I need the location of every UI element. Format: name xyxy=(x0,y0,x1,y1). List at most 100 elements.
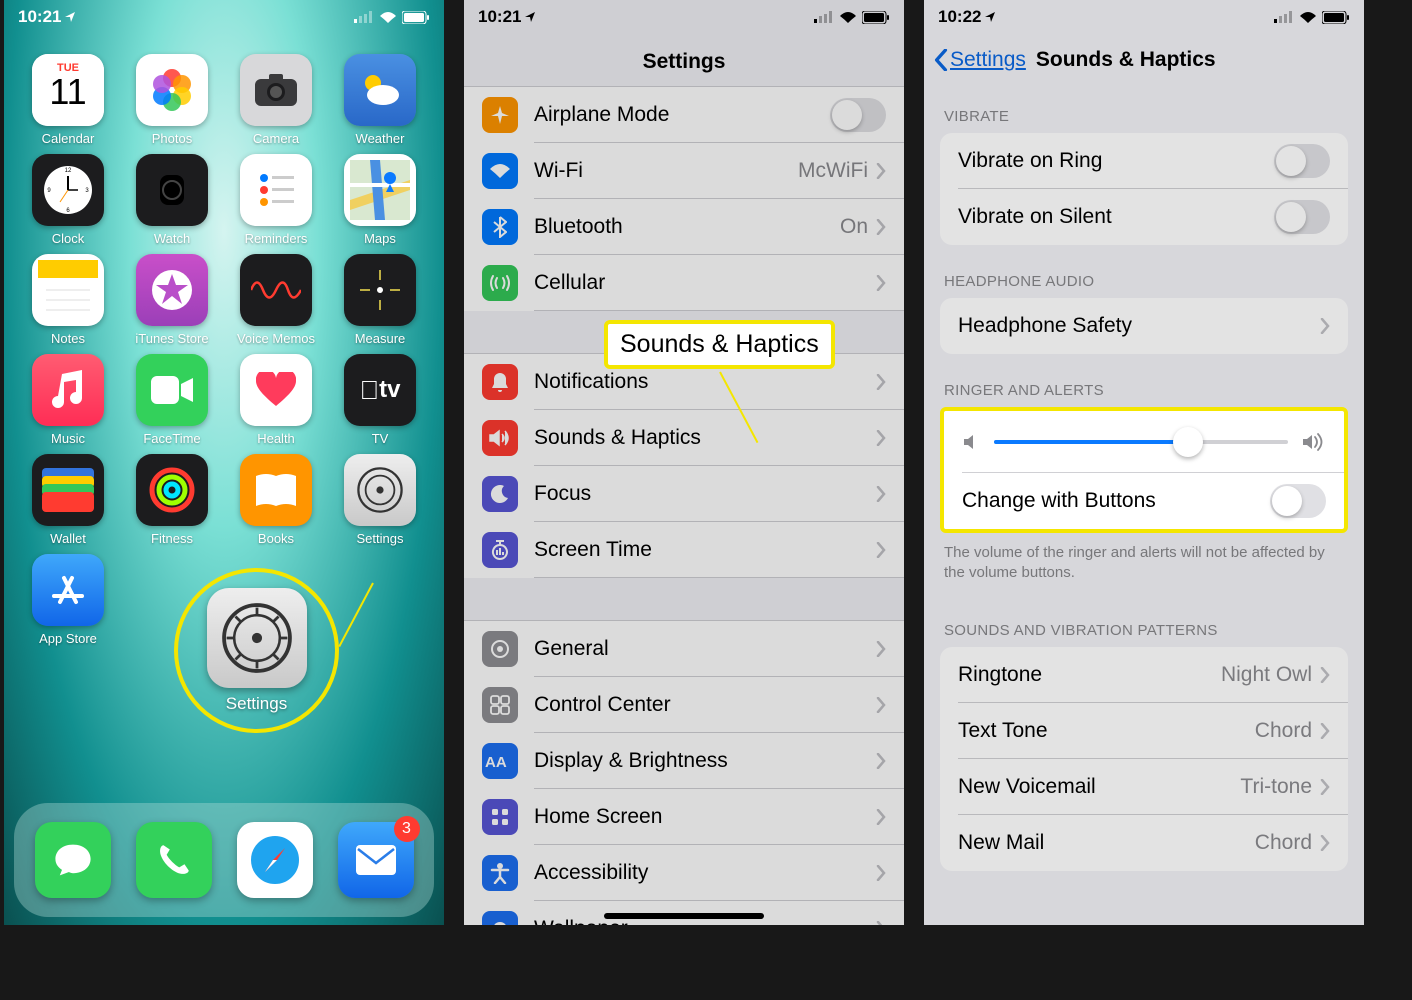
app-clock[interactable]: 12369Clock xyxy=(22,154,114,246)
volume-slider-row[interactable] xyxy=(944,411,1344,473)
dock-mail[interactable]: 3 xyxy=(338,822,414,898)
app-label: Books xyxy=(258,531,294,546)
row-icon xyxy=(482,364,518,400)
app-music[interactable]: Music xyxy=(22,354,114,446)
settings-list: Airplane Mode Wi-FiMcWiFiBluetoothOnCellu… xyxy=(464,86,904,925)
row-focus[interactable]: Focus xyxy=(464,466,904,522)
app-label: Photos xyxy=(152,131,192,146)
app-weather[interactable]: Weather xyxy=(334,54,426,146)
row-cellular[interactable]: Cellular xyxy=(464,255,904,311)
nav-bar: Settings Sounds & Haptics xyxy=(924,34,1364,80)
app-notes[interactable]: Notes xyxy=(22,254,114,346)
app-label: Wallet xyxy=(50,531,86,546)
chevron-right-icon xyxy=(1320,835,1330,851)
app-maps[interactable]: Maps xyxy=(334,154,426,246)
app-label: App Store xyxy=(39,631,97,646)
app-icon xyxy=(240,154,312,226)
app-settings[interactable]: Settings xyxy=(334,454,426,546)
cellular-icon xyxy=(814,11,834,23)
app-measure[interactable]: Measure xyxy=(334,254,426,346)
chevron-right-icon xyxy=(876,374,886,390)
row-screen-time[interactable]: Screen Time xyxy=(464,522,904,578)
row-label: Control Center xyxy=(534,693,876,717)
app-icon xyxy=(136,354,208,426)
svg-text:AA: AA xyxy=(485,754,507,771)
dock-safari[interactable] xyxy=(237,822,313,898)
app-icon xyxy=(344,454,416,526)
app-label: Clock xyxy=(52,231,85,246)
chevron-right-icon xyxy=(876,275,886,291)
row-home-screen[interactable]: Home Screen xyxy=(464,789,904,845)
row-airplane-mode[interactable]: Airplane Mode xyxy=(464,87,904,143)
app-icon xyxy=(344,254,416,326)
panel-sounds-haptics: 10:22 Settings Sounds & Haptics VIBRATE … xyxy=(924,0,1364,925)
dock-phone[interactable] xyxy=(136,822,212,898)
app-icon: tv xyxy=(344,354,416,426)
toggle-switch[interactable] xyxy=(1274,200,1330,234)
app-label: Camera xyxy=(253,131,299,146)
row-general[interactable]: General xyxy=(464,621,904,677)
app-label: Health xyxy=(257,431,295,446)
wifi-icon xyxy=(839,11,857,24)
app-app-store[interactable]: App Store xyxy=(22,554,114,646)
location-icon xyxy=(524,7,536,27)
row-label: Airplane Mode xyxy=(534,103,830,127)
app-itunes-store[interactable]: iTunes Store xyxy=(126,254,218,346)
app-icon xyxy=(136,154,208,226)
row-wi-fi[interactable]: Wi-FiMcWiFi xyxy=(464,143,904,199)
row-label: Focus xyxy=(534,482,876,506)
row-bluetooth[interactable]: BluetoothOn xyxy=(464,199,904,255)
status-time: 10:21 xyxy=(18,7,61,27)
row-label: Sounds & Haptics xyxy=(534,426,876,450)
app-icon xyxy=(32,254,104,326)
toggle-switch[interactable] xyxy=(1270,484,1326,518)
app-photos[interactable]: Photos xyxy=(126,54,218,146)
row-ringtone[interactable]: RingtoneNight Owl xyxy=(940,647,1348,703)
row-sounds-haptics[interactable]: Sounds & Haptics xyxy=(464,410,904,466)
back-button[interactable]: Settings xyxy=(934,48,1026,72)
app-voice-memos[interactable]: Voice Memos xyxy=(230,254,322,346)
row-vibrate-on-ring[interactable]: Vibrate on Ring xyxy=(940,133,1348,189)
row-control-center[interactable]: Control Center xyxy=(464,677,904,733)
row-vibrate-on-silent[interactable]: Vibrate on Silent xyxy=(940,189,1348,245)
row-headphone-safety[interactable]: Headphone Safety xyxy=(940,298,1348,354)
dock-messages[interactable] xyxy=(35,822,111,898)
ringer-list-highlighted: Change with Buttons xyxy=(940,407,1348,533)
slider-track[interactable] xyxy=(994,440,1288,444)
app-icon xyxy=(136,254,208,326)
app-camera[interactable]: Camera xyxy=(230,54,322,146)
app-fitness[interactable]: Fitness xyxy=(126,454,218,546)
chevron-right-icon xyxy=(876,542,886,558)
app-calendar[interactable]: TUE11Calendar xyxy=(22,54,114,146)
chevron-right-icon xyxy=(1320,723,1330,739)
row-display-brightness[interactable]: AA Display & Brightness xyxy=(464,733,904,789)
app-tv[interactable]: tvTV xyxy=(334,354,426,446)
back-label: Settings xyxy=(950,48,1026,72)
row-icon xyxy=(482,97,518,133)
chevron-right-icon xyxy=(876,753,886,769)
toggle-switch[interactable] xyxy=(830,98,886,132)
slider-knob[interactable] xyxy=(1173,427,1203,457)
wifi-icon xyxy=(1299,11,1317,24)
row-change-with-buttons[interactable]: Change with Buttons xyxy=(944,473,1344,529)
row-accessibility[interactable]: Accessibility xyxy=(464,845,904,901)
row-new-voicemail[interactable]: New VoicemailTri-tone xyxy=(940,759,1348,815)
row-label: Display & Brightness xyxy=(534,749,876,773)
home-indicator[interactable] xyxy=(604,913,764,919)
row-value: On xyxy=(840,215,868,239)
app-wallet[interactable]: Wallet xyxy=(22,454,114,546)
chevron-right-icon xyxy=(1320,667,1330,683)
app-watch[interactable]: Watch xyxy=(126,154,218,246)
chevron-right-icon xyxy=(876,697,886,713)
row-text-tone[interactable]: Text ToneChord xyxy=(940,703,1348,759)
app-label: Calendar xyxy=(42,131,95,146)
toggle-switch[interactable] xyxy=(1274,144,1330,178)
row-new-mail[interactable]: New MailChord xyxy=(940,815,1348,871)
slider-fill xyxy=(994,440,1188,444)
app-label: Watch xyxy=(154,231,190,246)
row-label: Notifications xyxy=(534,370,876,394)
app-reminders[interactable]: Reminders xyxy=(230,154,322,246)
app-books[interactable]: Books xyxy=(230,454,322,546)
app-facetime[interactable]: FaceTime xyxy=(126,354,218,446)
app-health[interactable]: Health xyxy=(230,354,322,446)
